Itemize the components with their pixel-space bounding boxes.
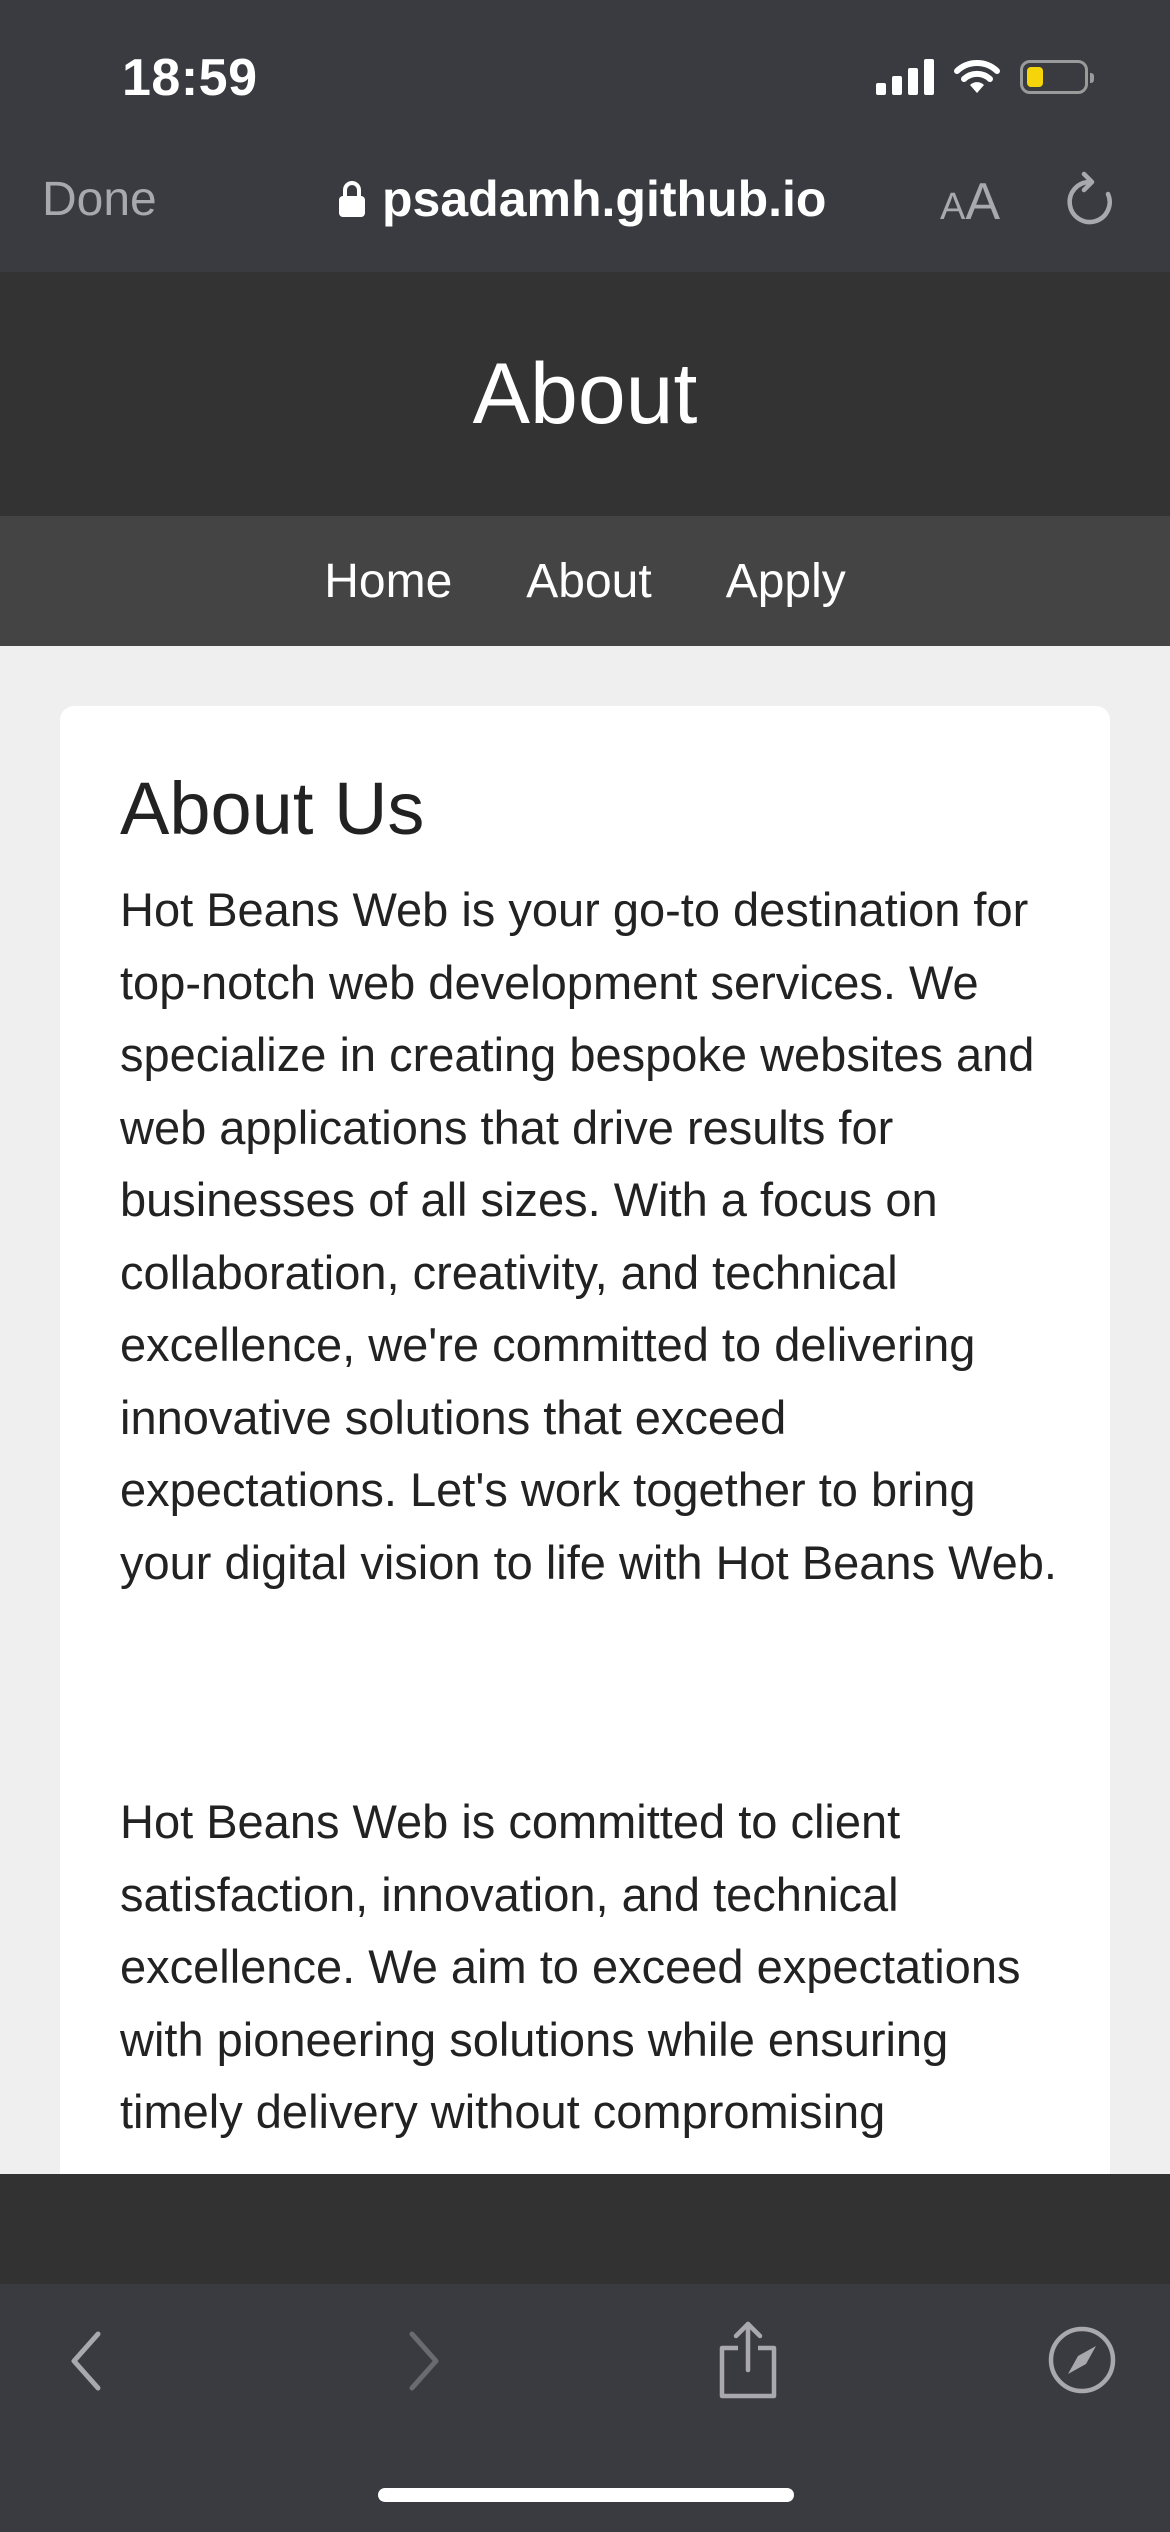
nav-about-link[interactable]: About [526,554,651,609]
compass-icon[interactable] [1046,2324,1118,2396]
done-button[interactable]: Done [42,172,157,227]
browser-top-bar: 18:59 Done psadamh.github.io AA [0,0,1170,272]
about-paragraph-2: Hot Beans Web is committed to client sat… [120,1795,1021,2138]
about-paragraph-1: Hot Beans Web is your go-to destination … [120,883,1057,1589]
url-text: psadamh.github.io [382,171,827,227]
address-bar[interactable]: psadamh.github.io [338,170,826,228]
browser-toolbar: Done psadamh.github.io AA [0,160,1170,240]
battery-level [1027,67,1043,87]
forward-icon[interactable] [404,2326,444,2396]
about-heading: About Us [120,767,425,850]
about-card: About Us Hot Beans Web is your go-to des… [60,706,1110,2206]
home-indicator[interactable] [378,2488,794,2502]
back-icon[interactable] [66,2326,106,2396]
share-icon[interactable] [716,2320,780,2400]
status-icons [876,54,1094,100]
reload-icon[interactable] [1064,170,1116,230]
status-time: 18:59 [122,49,258,107]
lock-icon [339,181,365,217]
text-size-large-a: A [965,173,1001,231]
text-size-button[interactable]: AA [940,172,1000,232]
wifi-icon [954,60,1000,93]
page-bottom-strip [0,2174,1170,2284]
nav-home-link[interactable]: Home [324,554,452,609]
battery-low-icon [1020,60,1094,94]
site-nav: Home About Apply [0,516,1170,646]
cellular-signal-icon [876,59,934,95]
text-size-small-a: A [940,186,966,228]
nav-apply-link[interactable]: Apply [726,554,846,609]
site-header: About [0,272,1170,516]
page-title: About [472,345,698,442]
